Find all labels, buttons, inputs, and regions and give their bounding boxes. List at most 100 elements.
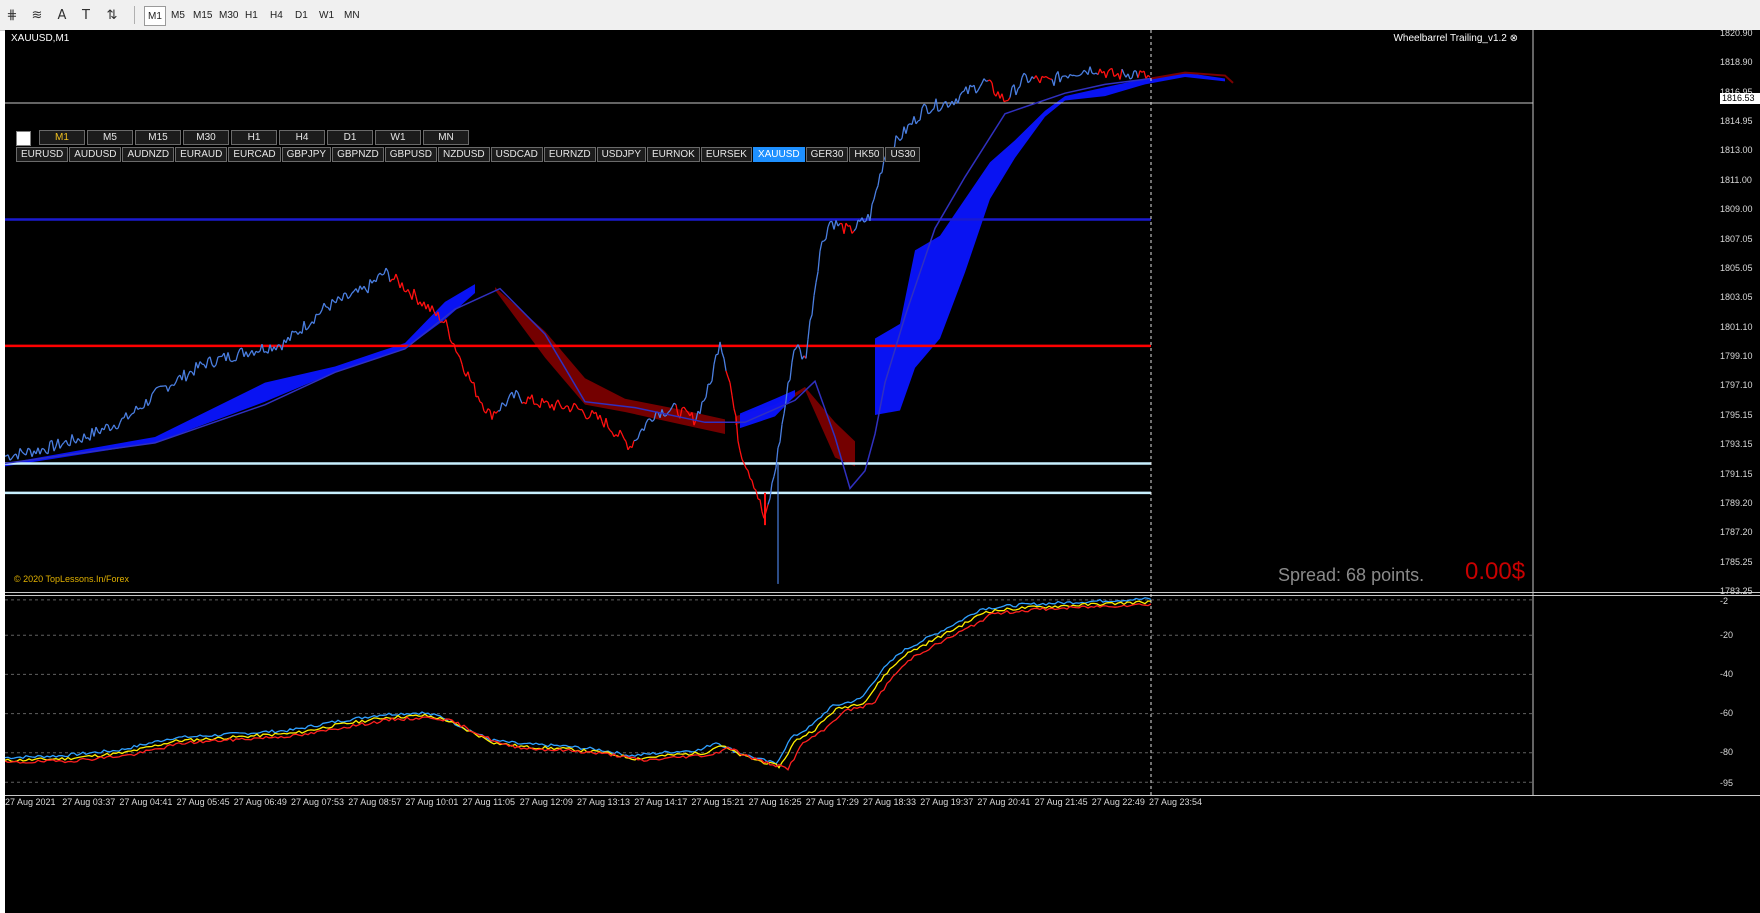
price-tick-up xyxy=(917,119,921,122)
toolbar-timeframe-m15[interactable]: M15 xyxy=(190,6,215,24)
panel-timeframe-m1[interactable]: M1 xyxy=(39,130,85,145)
crosshair-icon[interactable]: ⋕ xyxy=(0,4,24,26)
price-tick-up xyxy=(855,219,859,229)
symbol-button-gbpjpy[interactable]: GBPJPY xyxy=(281,147,332,162)
symbol-button-ger30[interactable]: GER30 xyxy=(805,147,849,162)
price-tick-up xyxy=(141,406,145,410)
price-tick-up xyxy=(1105,71,1109,79)
panel-timeframe-h4[interactable]: H4 xyxy=(279,130,325,145)
price-tick-up xyxy=(819,241,823,252)
price-axis-label: 1789.20 xyxy=(1720,497,1753,508)
time-axis-label: 27 Aug 06:49 xyxy=(233,797,287,807)
toolbar-timeframe-w1[interactable]: W1 xyxy=(316,6,337,24)
price-tick-down xyxy=(1047,77,1051,80)
toolbar-timeframe-m5[interactable]: M5 xyxy=(168,6,188,24)
symbol-button-eursek[interactable]: EURSEK xyxy=(700,147,752,162)
price-axis-label: 1783.25 xyxy=(1720,586,1753,596)
price-tick-up xyxy=(1017,86,1021,90)
symbol-button-xauusd[interactable]: XAUUSD xyxy=(752,147,805,162)
price-tick-up xyxy=(347,296,351,300)
price-tick-up xyxy=(705,384,709,398)
symbol-button-hk50[interactable]: HK50 xyxy=(849,147,885,162)
price-tick-up xyxy=(709,380,713,385)
oscillator-axis-label: -80 xyxy=(1720,747,1734,757)
price-tick-down xyxy=(385,267,389,273)
price-tick-up xyxy=(671,402,675,408)
panel-timeframe-h1[interactable]: H1 xyxy=(231,130,277,145)
symbol-button-nzdusd[interactable]: NZDUSD xyxy=(437,147,490,162)
price-tick-up xyxy=(335,296,339,304)
price-tick-up xyxy=(153,387,157,392)
toolbar-timeframe-d1[interactable]: D1 xyxy=(292,6,311,24)
toolbar-timeframe-m30[interactable]: M30 xyxy=(216,6,241,24)
copyright-text: © 2020 TopLessons.In/Forex xyxy=(14,574,130,584)
symbol-button-euraud[interactable]: EURAUD xyxy=(175,147,228,162)
arrows-icon[interactable]: ⇅ xyxy=(100,4,124,26)
price-tick-up xyxy=(307,324,311,329)
panel-timeframe-m5[interactable]: M5 xyxy=(87,130,133,145)
price-tick-up xyxy=(539,398,543,408)
price-tick-up xyxy=(779,424,783,442)
price-tick-down xyxy=(935,98,939,112)
price-tick-up xyxy=(699,401,703,414)
price-tick-up xyxy=(957,95,961,104)
price-tick-down xyxy=(559,404,563,409)
panel-timeframe-d1[interactable]: D1 xyxy=(327,130,373,145)
indicator-name-label[interactable]: Wheelbarrel Trailing_v1.2 ⊗ xyxy=(1393,33,1518,44)
price-tick-down xyxy=(1143,70,1147,79)
toolbar-timeframe-m1[interactable]: M1 xyxy=(144,6,166,26)
text-label-icon[interactable]: T xyxy=(74,4,98,26)
symbol-button-gbpnzd[interactable]: GBPNZD xyxy=(332,147,384,162)
toolbar-timeframe-mn[interactable]: MN xyxy=(341,6,363,24)
price-tick-down xyxy=(725,370,729,378)
symbol-button-gbpusd[interactable]: GBPUSD xyxy=(384,147,437,162)
panel-toggle-checkbox[interactable] xyxy=(16,131,31,146)
price-tick-down xyxy=(545,400,549,403)
symbol-button-audnzd[interactable]: AUDNZD xyxy=(122,147,175,162)
price-tick-up xyxy=(491,411,495,420)
fibonacci-icon[interactable]: ≋ xyxy=(25,4,49,26)
oscillator-line-blue xyxy=(5,597,1152,765)
symbol-button-eurnok[interactable]: EURNOK xyxy=(647,147,700,162)
panel-timeframe-w1[interactable]: W1 xyxy=(375,130,421,145)
symbol-button-eurcad[interactable]: EURCAD xyxy=(228,147,281,162)
price-chart[interactable]: XAUUSD,M1 Wheelbarrel Trailing_v1.2 ⊗ M1… xyxy=(5,30,1760,913)
panel-timeframe-mn[interactable]: MN xyxy=(423,130,469,145)
price-tick-up xyxy=(767,498,771,505)
price-tick-down xyxy=(1057,71,1061,83)
toolbar-timeframe-h4[interactable]: H4 xyxy=(267,6,286,24)
price-tick-up xyxy=(187,370,191,376)
symbol-button-eurusd[interactable]: EURUSD xyxy=(16,147,69,162)
ichimoku-cloud-bearish xyxy=(735,387,855,467)
price-tick-up xyxy=(235,353,239,361)
symbol-button-eurnzd[interactable]: EURNZD xyxy=(543,147,596,162)
text-icon[interactable]: A xyxy=(50,4,74,26)
price-tick-down xyxy=(799,349,803,360)
price-axis-label: 1814.95 xyxy=(1720,116,1753,127)
price-tick-up xyxy=(59,444,63,449)
price-tick-down xyxy=(41,447,45,450)
price-tick-up xyxy=(357,285,361,293)
price-tick-up xyxy=(53,446,57,452)
symbol-button-usdcad[interactable]: USDCAD xyxy=(490,147,543,162)
toolbar-timeframe-h1[interactable]: H1 xyxy=(242,6,261,24)
price-tick-up xyxy=(31,450,35,457)
symbol-button-usdjpy[interactable]: USDJPY xyxy=(596,147,647,162)
price-tick-up xyxy=(931,108,935,111)
price-tick-up xyxy=(75,438,79,444)
price-tick-down xyxy=(575,404,579,410)
price-tick-down xyxy=(557,399,561,405)
price-tick-up xyxy=(383,267,387,275)
price-tick-down xyxy=(1121,68,1125,75)
price-tick-up xyxy=(351,290,355,294)
symbol-button-audusd[interactable]: AUDUSD xyxy=(69,147,122,162)
price-tick-up xyxy=(873,190,877,200)
price-tick-up xyxy=(821,240,825,243)
symbol-button-us30[interactable]: US30 xyxy=(885,147,921,162)
price-tick-up xyxy=(791,350,795,363)
oscillator-axis-label: -60 xyxy=(1720,708,1734,718)
price-tick-up xyxy=(771,476,775,484)
panel-timeframe-m15[interactable]: M15 xyxy=(135,130,181,145)
panel-timeframe-m30[interactable]: M30 xyxy=(183,130,229,145)
price-tick-up xyxy=(645,419,649,424)
